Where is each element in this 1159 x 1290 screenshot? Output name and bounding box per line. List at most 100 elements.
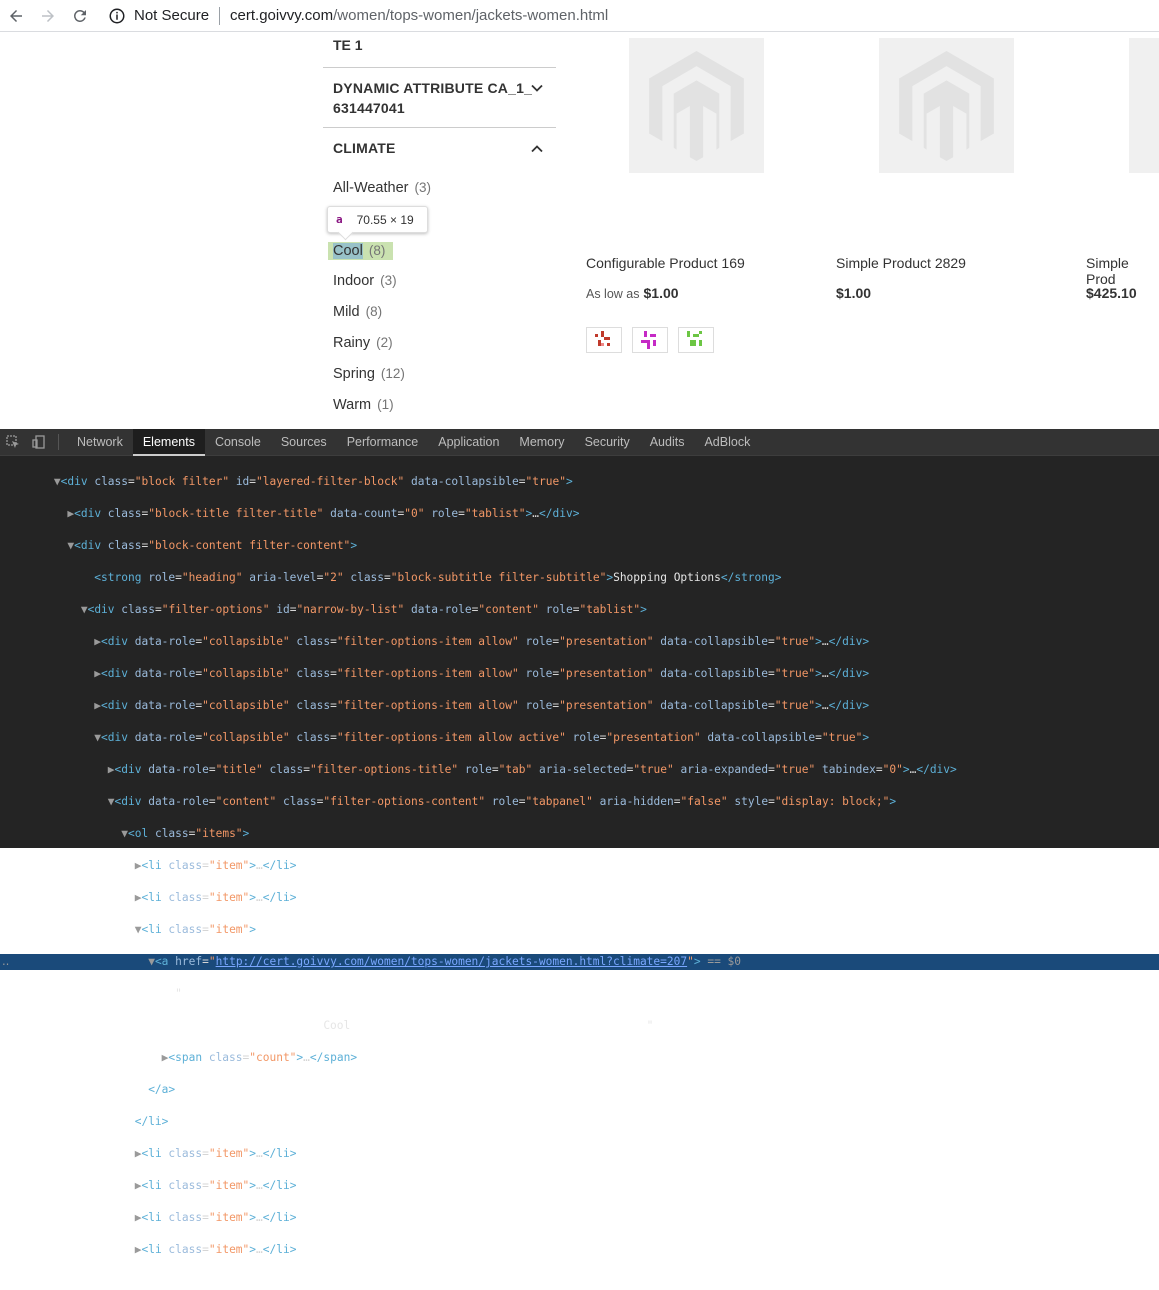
option-label: Indoor bbox=[333, 273, 375, 289]
filter-option-indoor[interactable]: Indoor (3) bbox=[333, 273, 397, 289]
filter-option-cool[interactable]: Cool (8) bbox=[328, 242, 394, 260]
dom-node[interactable]: ▼<div class="block-content filter-conten… bbox=[0, 538, 1159, 554]
tab-performance[interactable]: Performance bbox=[337, 429, 429, 456]
chevron-up-icon[interactable] bbox=[530, 142, 544, 156]
dom-tree: ▼<div class="block filter" id="layered-f… bbox=[0, 456, 1159, 1290]
price-value: $1.00 bbox=[836, 285, 872, 301]
dom-node[interactable]: ▶<div class="block-title filter-title" d… bbox=[0, 506, 1159, 522]
dom-node[interactable]: " bbox=[0, 986, 1159, 1002]
dom-node[interactable]: ▶<div data-role="collapsible" class="fil… bbox=[0, 634, 1159, 650]
filter-climate[interactable]: CLIMATE bbox=[323, 127, 556, 167]
swatch-pattern-icon bbox=[595, 331, 610, 346]
chevron-down-icon[interactable] bbox=[530, 81, 544, 95]
url-host: cert.goivvy.com bbox=[230, 7, 334, 24]
tab-elements[interactable]: Elements bbox=[132, 428, 205, 456]
device-toolbar-icon[interactable] bbox=[26, 429, 52, 456]
option-label: All-Weather bbox=[333, 180, 409, 196]
tab-audits[interactable]: Audits bbox=[640, 429, 695, 456]
page-content: TE 1 DYNAMIC ATTRIBUTE CA_1_ 631447041 C… bbox=[0, 33, 1159, 429]
dom-node[interactable]: </a> bbox=[0, 1082, 1159, 1098]
magento-logo-icon bbox=[649, 50, 744, 161]
option-label: Warm bbox=[333, 397, 372, 413]
color-swatch[interactable] bbox=[586, 327, 622, 353]
filter-option-rainy[interactable]: Rainy (2) bbox=[333, 335, 393, 351]
tab-console[interactable]: Console bbox=[205, 429, 271, 456]
dom-node[interactable]: ▶<li class="item">…</li> bbox=[0, 890, 1159, 906]
filter-option-all-weather[interactable]: All-Weather (3) bbox=[333, 180, 431, 196]
color-swatch[interactable] bbox=[632, 327, 668, 353]
dom-node[interactable]: ▶<li class="item">…</li> bbox=[0, 858, 1159, 874]
swatch-pattern-icon bbox=[641, 331, 656, 349]
option-count: (12) bbox=[380, 366, 405, 381]
filter-title-line1: DYNAMIC ATTRIBUTE CA_1_ bbox=[333, 80, 533, 96]
dom-node-selected[interactable]: ‥ ▼<a href="http://cert.goivvy.com/women… bbox=[0, 954, 1159, 970]
dom-node[interactable]: <strong role="heading" aria-level="2" cl… bbox=[0, 570, 1159, 586]
filter-title-line2: 631447041 bbox=[333, 100, 405, 116]
devtools-tab-bar: Network Elements Console Sources Perform… bbox=[0, 428, 1159, 456]
option-count: (3) bbox=[414, 180, 431, 195]
inspect-element-icon[interactable] bbox=[0, 429, 26, 456]
devtools-panel: Network Elements Console Sources Perform… bbox=[0, 428, 1159, 1256]
filter-option-warm[interactable]: Warm (1) bbox=[333, 397, 394, 413]
tab-security[interactable]: Security bbox=[575, 429, 640, 456]
product-name[interactable]: Simple Prod bbox=[1086, 255, 1159, 287]
dom-node[interactable]: ▼<div data-role="content" class="filter-… bbox=[0, 794, 1159, 810]
product-price: $1.00 bbox=[836, 285, 871, 301]
dom-node[interactable]: ▼<div class="block filter" id="layered-f… bbox=[0, 474, 1159, 490]
dom-node[interactable]: ▼<div data-role="collapsible" class="fil… bbox=[0, 730, 1159, 746]
dom-node[interactable]: ▶<li class="item">…</li> bbox=[0, 1146, 1159, 1162]
forward-button[interactable] bbox=[32, 1, 64, 31]
tab-separator bbox=[58, 434, 59, 450]
option-count: (3) bbox=[380, 273, 397, 288]
price-value: $1.00 bbox=[643, 285, 679, 301]
inspect-tooltip: a 70.55 × 19 bbox=[327, 206, 428, 233]
reload-icon bbox=[73, 9, 86, 22]
filter-option-spring[interactable]: Spring (12) bbox=[333, 366, 405, 382]
dom-node[interactable]: ▶<div data-role="collapsible" class="fil… bbox=[0, 698, 1159, 714]
dom-node[interactable]: </li> bbox=[0, 1114, 1159, 1130]
back-button[interactable] bbox=[0, 1, 32, 31]
magento-logo-icon bbox=[899, 50, 994, 161]
option-count: (8) bbox=[365, 304, 383, 319]
option-count: (2) bbox=[376, 335, 393, 350]
product-image-placeholder[interactable] bbox=[1129, 38, 1159, 173]
not-secure-label: Not Secure bbox=[134, 7, 210, 24]
option-count: (8) bbox=[368, 243, 386, 258]
option-label: Mild bbox=[333, 304, 360, 320]
dom-node[interactable]: ▼<ol class="items"> bbox=[0, 826, 1159, 842]
product-image-placeholder[interactable] bbox=[629, 38, 764, 173]
dom-node[interactable]: ▶<li class="item">…</li> bbox=[0, 1242, 1159, 1258]
dom-node[interactable]: ▶<li class="item">…</li> bbox=[0, 1210, 1159, 1226]
dom-node[interactable]: ▶<span class="count">…</span> bbox=[0, 1050, 1159, 1066]
option-count: (1) bbox=[377, 397, 394, 412]
price-value: $425.10 bbox=[1086, 285, 1137, 301]
dom-node[interactable]: ▼<li class="item"> bbox=[0, 922, 1159, 938]
option-label: Spring bbox=[333, 366, 375, 382]
option-label: Rainy bbox=[333, 335, 371, 351]
filter-option-mild[interactable]: Mild (8) bbox=[333, 304, 382, 320]
dom-text-node[interactable]: Cool " bbox=[0, 1018, 1159, 1034]
product-price: $425.10 bbox=[1086, 285, 1137, 301]
tab-network[interactable]: Network bbox=[67, 429, 133, 456]
dom-node[interactable]: ▼<div class="filter-options" id="narrow-… bbox=[0, 602, 1159, 618]
option-label: Cool bbox=[333, 243, 363, 259]
tab-application[interactable]: Application bbox=[428, 429, 509, 456]
tab-adblock[interactable]: AdBlock bbox=[694, 429, 760, 456]
product-name[interactable]: Configurable Product 169 bbox=[586, 255, 745, 271]
info-icon[interactable] bbox=[108, 7, 126, 25]
product-name[interactable]: Simple Product 2829 bbox=[836, 255, 966, 271]
product-image-placeholder[interactable] bbox=[879, 38, 1014, 173]
filter-title-fragment: TE 1 bbox=[333, 37, 363, 53]
product-price: As low as $1.00 bbox=[586, 285, 679, 301]
address-bar[interactable]: Not Secure cert.goivvy.com/women/tops-wo… bbox=[100, 1, 608, 31]
dom-node[interactable]: ▶<div data-role="collapsible" class="fil… bbox=[0, 666, 1159, 682]
color-swatch[interactable] bbox=[678, 327, 714, 353]
tab-sources[interactable]: Sources bbox=[271, 429, 337, 456]
swatch-pattern-icon bbox=[687, 331, 702, 346]
filter-dynamic-attribute[interactable]: DYNAMIC ATTRIBUTE CA_1_ 631447041 bbox=[323, 67, 556, 127]
dom-node[interactable]: ▶<div data-role="title" class="filter-op… bbox=[0, 762, 1159, 778]
tooltip-tag: a bbox=[336, 213, 343, 226]
tab-memory[interactable]: Memory bbox=[509, 429, 574, 456]
dom-node[interactable]: ▶<li class="item">…</li> bbox=[0, 1178, 1159, 1194]
reload-button[interactable] bbox=[64, 1, 96, 31]
